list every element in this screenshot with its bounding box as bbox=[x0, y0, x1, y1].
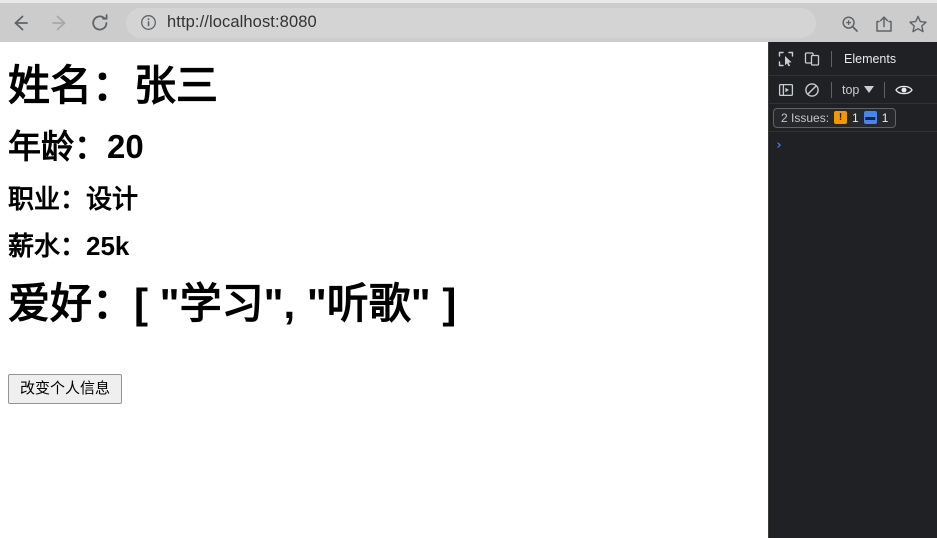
device-toolbar-icon[interactable] bbox=[799, 46, 825, 72]
hobby-heading: 爱好：[ "学习", "听歌" ] bbox=[8, 280, 457, 328]
info-message-icon: ▬ bbox=[863, 111, 877, 124]
tab-elements[interactable]: Elements bbox=[838, 52, 902, 66]
warning-count: 1 bbox=[852, 110, 859, 125]
zoom-icon[interactable] bbox=[833, 7, 867, 41]
salary-heading: 薪水：25k bbox=[8, 231, 130, 262]
issues-bar: 2 Issues: ! 1 ▬ 1 bbox=[769, 104, 937, 132]
browser-toolbar: http://localhost:8080 bbox=[0, 0, 937, 42]
reload-button[interactable] bbox=[80, 3, 120, 43]
chevron-down-icon bbox=[864, 86, 875, 93]
job-heading: 职业：设计 bbox=[8, 183, 139, 214]
info-circle-icon[interactable] bbox=[140, 14, 157, 31]
address-bar-url[interactable]: http://localhost:8080 bbox=[167, 13, 317, 32]
devtools-panel: Elements top 2 Issues: ! 1 ▬ 1 › bbox=[768, 42, 937, 538]
reload-icon bbox=[92, 13, 108, 31]
info-count: 1 bbox=[881, 110, 889, 125]
address-bar[interactable]: http://localhost:8080 bbox=[126, 7, 816, 38]
back-button[interactable] bbox=[0, 3, 40, 43]
forward-arrow-icon bbox=[52, 15, 66, 30]
console-toolbar: top bbox=[769, 76, 937, 104]
console-toolbar-divider-1 bbox=[831, 81, 832, 98]
forward-button[interactable] bbox=[40, 3, 80, 43]
back-arrow-icon bbox=[14, 15, 28, 30]
console-toolbar-divider-2 bbox=[884, 81, 886, 98]
browser-window: http://localhost:8080 姓名：张三 年龄：20 职业：设计 … bbox=[0, 0, 937, 538]
bookmark-star-icon[interactable] bbox=[901, 7, 935, 41]
clear-console-icon[interactable] bbox=[799, 77, 825, 103]
eye-icon[interactable] bbox=[891, 77, 917, 103]
page-content: 姓名：张三 年龄：20 职业：设计 薪水：25k 爱好：[ "学习", "听歌"… bbox=[0, 62, 768, 404]
console-sidebar-icon[interactable] bbox=[773, 77, 799, 103]
console-input-row[interactable]: › bbox=[769, 132, 937, 153]
tabbar-divider bbox=[831, 50, 832, 67]
page-viewport: 姓名：张三 年龄：20 职业：设计 薪水：25k 爱好：[ "学习", "听歌"… bbox=[0, 42, 768, 538]
issues-chip[interactable]: 2 Issues: ! 1 ▬ 1 bbox=[773, 107, 897, 128]
console-context-selector[interactable]: top bbox=[838, 83, 878, 97]
inspect-element-icon[interactable] bbox=[773, 46, 799, 72]
issues-label: 2 Issues: bbox=[781, 110, 830, 125]
age-heading: 年龄：20 bbox=[8, 128, 144, 166]
name-heading: 姓名：张三 bbox=[8, 62, 219, 109]
share-icon[interactable] bbox=[867, 7, 901, 41]
devtools-tabbar: Elements bbox=[769, 42, 937, 76]
warning-icon: ! bbox=[834, 111, 848, 124]
console-context-label: top bbox=[842, 82, 860, 97]
toolbar-actions bbox=[833, 3, 937, 45]
change-profile-button[interactable]: 改变个人信息 bbox=[8, 374, 123, 404]
console-prompt-icon: › bbox=[775, 138, 783, 153]
